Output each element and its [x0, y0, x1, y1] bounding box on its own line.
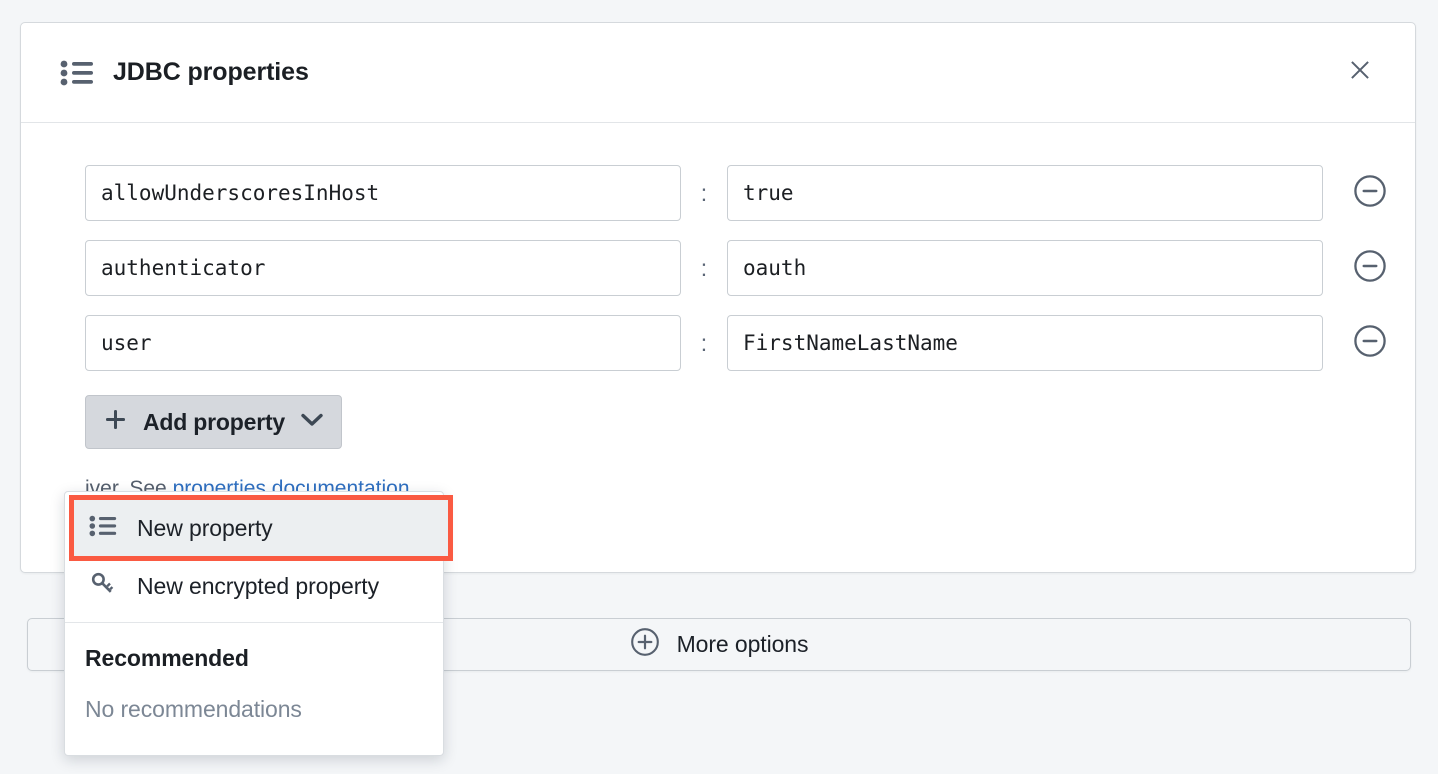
- recommended-section-title: Recommended: [85, 645, 249, 671]
- key-value-separator: :: [700, 179, 708, 206]
- remove-property-button[interactable]: [1345, 318, 1395, 368]
- add-property-wrap: Add property: [21, 395, 1415, 449]
- property-row: user : FirstNameLastName: [21, 315, 1415, 371]
- property-value-input[interactable]: oauth: [727, 240, 1323, 296]
- dialog-header: JDBC properties: [21, 23, 1415, 123]
- remove-property-button[interactable]: [1345, 168, 1395, 218]
- property-key-input[interactable]: allowUnderscoresInHost: [85, 165, 681, 221]
- add-property-label: Add property: [143, 408, 285, 435]
- minus-circle-icon: [1353, 249, 1387, 288]
- plus-icon: [104, 408, 127, 436]
- add-property-button[interactable]: Add property: [85, 395, 342, 449]
- minus-circle-icon: [1353, 174, 1387, 213]
- close-icon: [1348, 58, 1372, 87]
- list-icon: [60, 59, 94, 87]
- dialog-body: allowUnderscoresInHost : true authentica…: [21, 123, 1415, 501]
- menu-item-new-property[interactable]: New property: [69, 495, 453, 561]
- remove-property-button[interactable]: [1345, 243, 1395, 293]
- property-key-input[interactable]: authenticator: [85, 240, 681, 296]
- no-recommendations-text: No recommendations: [85, 696, 302, 722]
- property-row: allowUnderscoresInHost : true: [21, 165, 1415, 221]
- more-options-label: More options: [676, 631, 809, 657]
- recommended-section: Recommended: [65, 623, 443, 672]
- menu-item-new-encrypted-property[interactable]: New encrypted property: [65, 557, 443, 615]
- dialog-title-wrap: JDBC properties: [60, 58, 1339, 87]
- plus-circle-icon: [630, 627, 660, 662]
- property-row: authenticator : oauth: [21, 240, 1415, 296]
- property-key-input[interactable]: user: [85, 315, 681, 371]
- minus-circle-icon: [1353, 324, 1387, 363]
- key-value-separator: :: [700, 329, 708, 356]
- property-value-input[interactable]: true: [727, 165, 1323, 221]
- add-property-dropdown-menu: New property New encrypted property Reco…: [64, 491, 453, 756]
- menu-item-label: New property: [137, 514, 273, 541]
- page-title: JDBC properties: [113, 58, 309, 86]
- property-value-input[interactable]: FirstNameLastName: [727, 315, 1323, 371]
- menu-item-label: New encrypted property: [137, 572, 379, 599]
- list-icon: [89, 514, 117, 543]
- close-button[interactable]: [1339, 52, 1381, 94]
- key-value-separator: :: [700, 254, 708, 281]
- chevron-down-icon: [301, 413, 323, 432]
- key-icon: [89, 570, 117, 603]
